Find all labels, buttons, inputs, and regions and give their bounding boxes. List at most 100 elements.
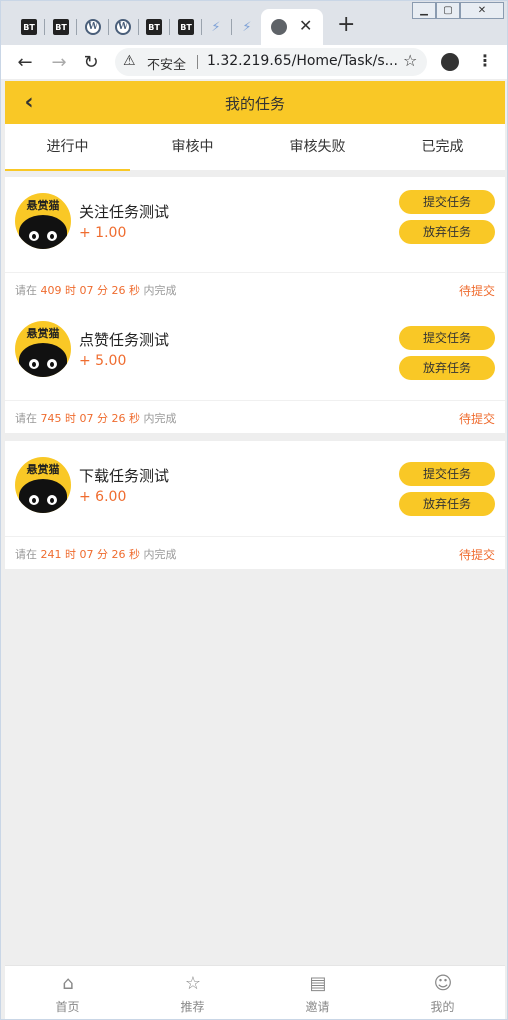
task-reward: + 6.00 — [79, 489, 127, 505]
browser-tab[interactable]: ⚡ — [233, 13, 261, 41]
submit-task-button[interactable]: 提交任务 — [399, 190, 495, 214]
close-window-button[interactable]: ✕ — [460, 2, 504, 19]
task-avatar: 悬赏猫 — [15, 321, 71, 377]
bt-icon: BT — [146, 19, 162, 35]
deadline-time: 745 时 07 分 26 秒 — [40, 412, 140, 425]
task-avatar: 悬赏猫 — [15, 457, 71, 513]
user-icon: ☺ — [433, 972, 453, 994]
cat-eye — [47, 231, 57, 241]
browser-tab[interactable]: BT — [140, 13, 168, 41]
browser-toolbar: ← → ↻ ⚠ 不安全 1.32.219.65/Home/Task/s... ☆… — [1, 45, 507, 79]
deadline-prefix: 请在 — [15, 412, 37, 425]
browser-tab[interactable]: W — [79, 13, 107, 41]
home-icon: ⌂ — [62, 972, 74, 994]
task-deadline: 请在 409 时 07 分 26 秒 内完成 — [15, 282, 176, 298]
task-status: 待提交 — [458, 284, 495, 298]
task-card: 悬赏猫 点赞任务测试 + 5.00 提交任务 放弃任务 请在 745 时 07 … — [5, 305, 505, 433]
insecure-label: 不安全 — [147, 58, 187, 73]
nav-label: 我的 — [430, 1000, 455, 1014]
nav-label: 推荐 — [180, 1000, 205, 1014]
task-card-top: 悬赏猫 关注任务测试 + 1.00 提交任务 放弃任务 — [5, 177, 505, 273]
task-card-top: 悬赏猫 点赞任务测试 + 5.00 提交任务 放弃任务 — [5, 305, 505, 401]
task-deadline: 请在 745 时 07 分 26 秒 内完成 — [15, 410, 176, 426]
cat-logo-icon — [19, 479, 67, 513]
tab-separator — [169, 19, 170, 35]
forward-arrow-icon[interactable]: → — [47, 50, 71, 74]
deadline-suffix: 内完成 — [143, 412, 177, 425]
tab-separator — [138, 19, 139, 35]
nav-item-recommend[interactable]: ☆ 推荐 — [130, 966, 255, 1019]
browser-tab[interactable]: BT — [15, 13, 43, 41]
cat-eye — [29, 359, 39, 369]
tab-strip: BT BT W W BT BT ⚡ ⚡ ✕ + ▁ ▢ ✕ — [1, 1, 507, 45]
new-tab-button[interactable]: + — [337, 13, 355, 37]
cat-eye — [47, 495, 57, 505]
browser-tab[interactable]: W — [109, 13, 137, 41]
deadline-time: 241 时 07 分 26 秒 — [40, 548, 140, 561]
abandon-task-button[interactable]: 放弃任务 — [399, 220, 495, 244]
cat-logo-icon — [19, 215, 67, 249]
tab-under-review[interactable]: 审核中 — [130, 124, 255, 171]
deadline-prefix: 请在 — [15, 284, 37, 297]
abandon-task-button[interactable]: 放弃任务 — [399, 356, 495, 380]
task-name: 下载任务测试 — [79, 467, 170, 485]
task-card-top: 悬赏猫 下载任务测试 + 6.00 提交任务 放弃任务 — [5, 441, 505, 537]
task-status: 待提交 — [458, 412, 495, 426]
nav-label: 首页 — [55, 1000, 80, 1014]
back-arrow-icon[interactable]: ← — [13, 50, 37, 74]
chart-icon: ▤ — [309, 972, 327, 994]
browser-tab-active[interactable]: ✕ — [261, 9, 323, 45]
nav-label: 邀请 — [305, 1000, 330, 1014]
tab-review-failed[interactable]: 审核失败 — [255, 124, 380, 171]
app-header: ‹ 我的任务 — [5, 81, 505, 124]
tab-in-progress[interactable]: 进行中 — [5, 124, 130, 171]
maximize-button[interactable]: ▢ — [436, 2, 460, 19]
cat-eye — [29, 231, 39, 241]
close-tab-icon[interactable]: ✕ — [299, 16, 312, 35]
tab-completed[interactable]: 已完成 — [380, 124, 505, 171]
submit-task-button[interactable]: 提交任务 — [399, 326, 495, 350]
tab-separator — [76, 19, 77, 35]
menu-dots-icon[interactable]: ⋮ — [477, 51, 493, 70]
minimize-button[interactable]: ▁ — [412, 2, 436, 19]
task-card-bottom: 请在 409 时 07 分 26 秒 内完成 待提交 — [5, 273, 505, 305]
url-text[interactable]: 1.32.219.65/Home/Task/s... — [207, 53, 397, 69]
avatar-brand-text: 悬赏猫 — [26, 327, 60, 340]
bookmark-star-icon[interactable]: ☆ — [403, 51, 417, 70]
status-tabs: 进行中 审核中 审核失败 已完成 — [5, 124, 505, 171]
tab-separator — [44, 19, 45, 35]
abandon-task-button[interactable]: 放弃任务 — [399, 492, 495, 516]
deadline-prefix: 请在 — [15, 548, 37, 561]
app-content: ‹ 我的任务 进行中 审核中 审核失败 已完成 悬赏猫 关注任务测试 + 1.0… — [5, 81, 505, 1019]
cat-eye — [47, 359, 57, 369]
browser-tab[interactable]: ⚡ — [202, 13, 230, 41]
cat-logo-icon — [19, 343, 67, 377]
wordpress-icon: W — [115, 19, 131, 35]
task-card-bottom: 请在 241 时 07 分 26 秒 内完成 待提交 — [5, 537, 505, 569]
browser-tab[interactable]: BT — [172, 13, 200, 41]
nav-item-invite[interactable]: ▤ 邀请 — [255, 966, 380, 1019]
omnibox-separator — [197, 55, 198, 69]
star-icon: ☆ — [184, 972, 202, 994]
tab-separator — [231, 19, 232, 35]
leaf-icon: ⚡ — [211, 19, 221, 35]
nav-item-home[interactable]: ⌂ 首页 — [5, 966, 130, 1019]
bottom-nav: ⌂ 首页 ☆ 推荐 ▤ 邀请 ☺ 我的 — [5, 965, 505, 1019]
browser-tab[interactable]: BT — [47, 13, 75, 41]
bt-icon: BT — [21, 19, 37, 35]
account-icon[interactable] — [441, 53, 459, 71]
leaf-icon: ⚡ — [242, 19, 252, 35]
avatar-brand-text: 悬赏猫 — [26, 199, 60, 212]
task-name: 关注任务测试 — [79, 203, 170, 221]
nav-item-mine[interactable]: ☺ 我的 — [380, 966, 505, 1019]
submit-task-button[interactable]: 提交任务 — [399, 462, 495, 486]
reload-icon[interactable]: ↻ — [79, 50, 103, 74]
task-card-bottom: 请在 745 时 07 分 26 秒 内完成 待提交 — [5, 401, 505, 433]
deadline-suffix: 内完成 — [143, 284, 177, 297]
task-avatar: 悬赏猫 — [15, 193, 71, 249]
bt-icon: BT — [53, 19, 69, 35]
address-bar[interactable]: ⚠ 不安全 1.32.219.65/Home/Task/s... ☆ — [115, 48, 427, 76]
deadline-time: 409 时 07 分 26 秒 — [40, 284, 140, 297]
task-status: 待提交 — [458, 548, 495, 562]
avatar-brand-text: 悬赏猫 — [26, 463, 60, 476]
